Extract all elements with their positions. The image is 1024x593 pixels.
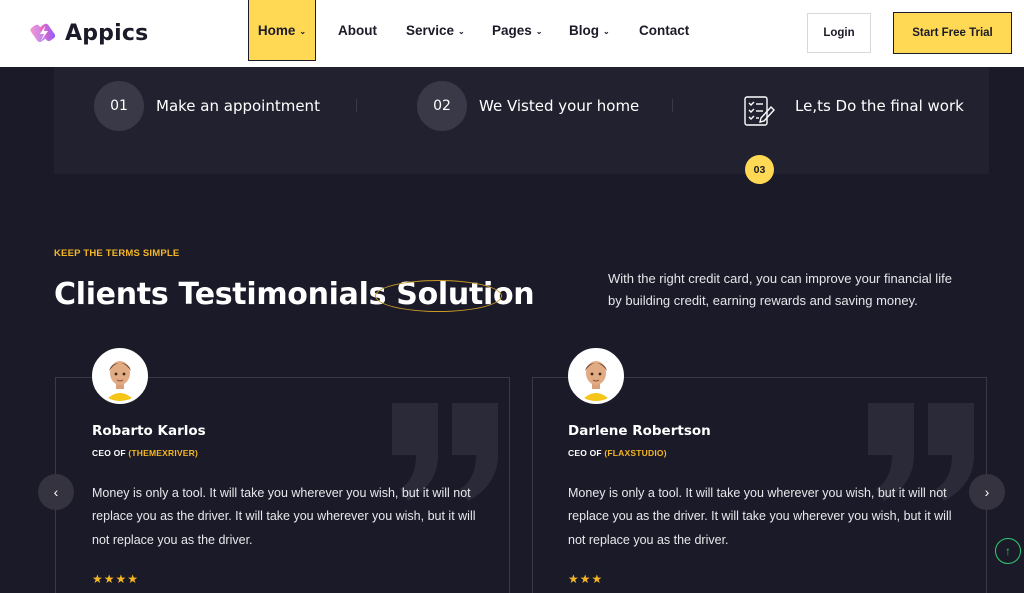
chevron-down-icon: ⌄ xyxy=(458,27,465,36)
chevron-down-icon: ⌄ xyxy=(299,26,307,36)
scroll-to-top-button[interactable]: ↑ xyxy=(995,538,1021,564)
top-navbar: Appics Home ⌄ About Service ⌄ Pages ⌄ Bl… xyxy=(0,0,1024,67)
nav-blog-label: Blog xyxy=(569,23,599,38)
step-divider xyxy=(356,99,357,112)
person-role: CEO OF (THEMEXRIVER) xyxy=(92,448,198,458)
nav-about-label: About xyxy=(338,23,377,38)
checklist-icon xyxy=(743,95,775,127)
person-role: CEO OF (FLAXSTUDIO) xyxy=(568,448,667,458)
person-name: Darlene Robertson xyxy=(568,423,711,439)
login-button[interactable]: Login xyxy=(807,13,871,53)
logo-icon xyxy=(30,20,56,46)
step-divider xyxy=(672,99,673,112)
avatar xyxy=(568,348,624,404)
carousel-prev-button[interactable]: ‹ xyxy=(38,474,74,510)
testimonial-text: Money is only a tool. It will take you w… xyxy=(92,486,476,547)
chevron-right-icon: › xyxy=(984,484,990,500)
arrow-up-icon: ↑ xyxy=(1005,544,1011,558)
step-number-circle: 01 xyxy=(94,81,144,131)
star-rating: ★★★★ xyxy=(92,572,140,586)
section-intro: With the right credit card, you can impr… xyxy=(608,271,952,308)
step-number-circle: 02 xyxy=(417,81,467,131)
nav-service-label: Service xyxy=(406,23,455,38)
brand-logo[interactable]: Appics xyxy=(30,20,148,46)
role-prefix: CEO OF xyxy=(568,448,605,458)
nav-service[interactable]: Service ⌄ xyxy=(406,0,465,61)
carousel-next-button[interactable]: › xyxy=(969,474,1005,510)
role-prefix: CEO OF xyxy=(92,448,129,458)
chevron-down-icon: ⌄ xyxy=(535,27,543,36)
nav-contact[interactable]: Contact xyxy=(639,0,689,61)
nav-blog[interactable]: Blog ⌄ xyxy=(569,0,610,61)
step-label: Le,ts Do the final work xyxy=(795,97,964,115)
testimonial-text: Money is only a tool. It will take you w… xyxy=(568,486,952,547)
brand-name: Appics xyxy=(65,20,149,46)
step-number-badge: 03 xyxy=(745,155,774,184)
avatar xyxy=(92,348,148,404)
company-name: (THEMEXRIVER) xyxy=(128,448,199,458)
company-name: (FLAXSTUDIO) xyxy=(604,448,667,458)
nav-about[interactable]: About xyxy=(338,0,377,61)
nav-pages[interactable]: Pages ⌄ xyxy=(492,0,542,61)
chevron-down-icon: ⌄ xyxy=(603,27,610,36)
nav-home-label: Home xyxy=(257,22,296,38)
section-title-main: Clients Testimonials xyxy=(54,277,397,312)
process-steps-panel xyxy=(54,67,989,174)
section-eyebrow: KEEP THE TERMS SIMPLE xyxy=(54,248,180,259)
star-rating: ★★★ xyxy=(568,572,604,586)
nav-contact-label: Contact xyxy=(639,23,690,38)
step-label: Make an appointment xyxy=(156,97,320,115)
chevron-left-icon: ‹ xyxy=(53,484,59,500)
step-label: We Visted your home xyxy=(479,97,640,115)
nav-home[interactable]: Home ⌄ xyxy=(248,0,316,61)
start-free-trial-button[interactable]: Start Free Trial xyxy=(893,12,1012,54)
title-highlight-oval xyxy=(375,280,502,312)
person-name: Robarto Karlos xyxy=(92,423,206,439)
nav-pages-label: Pages xyxy=(492,23,532,38)
